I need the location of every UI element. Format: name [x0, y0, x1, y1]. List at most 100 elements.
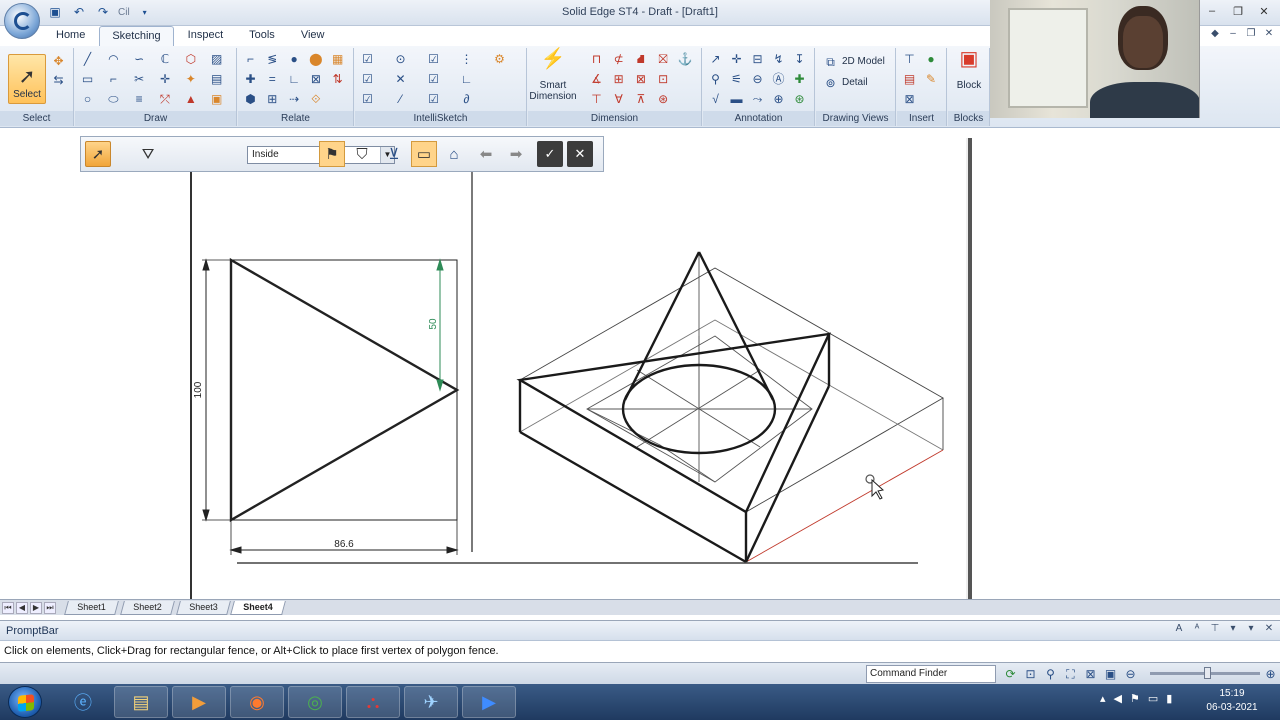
midpoint-icon[interactable]: ⊠ [307, 70, 324, 87]
view-options-icon[interactable]: ▣ [1102, 665, 1119, 682]
perpendicular-icon[interactable]: ∟ [286, 70, 303, 87]
rectangle-fence-icon[interactable]: ▭ [411, 141, 437, 167]
arc-icon[interactable]: ◠ [105, 50, 122, 67]
intellisketch-angle-icon[interactable]: ∟ [458, 70, 475, 87]
datum-target-icon[interactable]: ⊖ [749, 70, 766, 87]
intellisketch-perp-icon[interactable]: ☑ [425, 90, 442, 107]
network-icon[interactable]: ▭ [1148, 692, 1158, 705]
solid-edge-taskbar-icon[interactable]: ✈ [404, 686, 458, 718]
angle-between-icon[interactable]: ∡ [588, 70, 605, 87]
dimension-copy-icon[interactable]: ⛝ [655, 50, 672, 67]
distance-between-icon[interactable]: ⊓ [588, 50, 605, 67]
cancel-icon[interactable]: ✕ [567, 141, 593, 167]
rectangle-icon[interactable]: ▭ [79, 70, 96, 87]
mirror-icon[interactable]: ⤱ [156, 90, 173, 107]
zoom-meeting-icon[interactable]: ▶ [462, 686, 516, 718]
dimension-axis-icon[interactable]: ⊼ [632, 90, 649, 107]
concentric-icon[interactable]: ⬤ [307, 50, 324, 67]
polygon-fence-icon[interactable]: ⌂ [441, 141, 467, 167]
tab-view[interactable]: View [289, 26, 337, 46]
trim-icon[interactable]: ✂ [131, 70, 148, 87]
curve-icon[interactable]: ∽ [131, 50, 148, 67]
intellisketch-options-icon[interactable]: ⚙ [491, 50, 508, 67]
font-increase-icon[interactable]: A [1172, 623, 1186, 637]
dimension-stack-icon[interactable]: ⚓ [677, 50, 694, 67]
move-icon[interactable]: ⬡ [182, 50, 199, 67]
connector-icon[interactable]: ↯ [770, 50, 787, 67]
dimension-retrieve-icon[interactable]: ⊡ [655, 70, 672, 87]
chrome-icon[interactable]: ◎ [288, 686, 342, 718]
intellisketch-line-icon[interactable]: ☑ [359, 70, 376, 87]
angular-coordinate-icon[interactable]: ⛘ [632, 50, 649, 67]
minimize-icon[interactable]: – [1200, 2, 1224, 20]
offset-icon[interactable]: ≡ [131, 90, 148, 107]
zoom-in-icon[interactable]: ⊕ [1262, 665, 1279, 682]
pin-icon[interactable]: ⊤ [1208, 623, 1222, 637]
intellisketch-point-icon[interactable]: ☑ [359, 90, 376, 107]
line-icon[interactable]: ╱ [79, 50, 96, 67]
symmetric-icon[interactable]: ⊞ [264, 90, 281, 107]
start-button[interactable] [8, 686, 42, 718]
intellisketch-tangent-icon[interactable]: ⁄ [392, 90, 409, 107]
weld-symbol-icon[interactable]: ⤳ [749, 90, 766, 107]
tangent-icon[interactable]: ● [286, 50, 303, 67]
select-by-edge-icon[interactable]: ⊻ [381, 141, 407, 167]
relationship-handles-icon[interactable]: ▦ [329, 50, 346, 67]
firefox-icon[interactable]: ◉ [230, 686, 284, 718]
acrobat-reader-icon[interactable]: ⛬ [346, 686, 400, 718]
intellisketch-vertical-icon[interactable]: ⋮ [458, 50, 475, 67]
selection-filter-icon[interactable]: ⛛ [135, 141, 161, 167]
zoom-out-icon[interactable]: ⊖ [1122, 665, 1139, 682]
prev-sheet-icon[interactable]: ◀ [16, 602, 28, 614]
smart-dimension-button[interactable]: ⚡ Smart Dimension [529, 49, 576, 106]
insert-table-icon[interactable]: ⊠ [901, 90, 918, 107]
last-sheet-icon[interactable]: ⏭ [44, 602, 56, 614]
doc-minimize-icon[interactable]: – [1226, 28, 1240, 42]
tab-tools[interactable]: Tools [237, 26, 287, 46]
horizontal-vertical-icon[interactable]: ✚ [242, 70, 259, 87]
help-icon[interactable]: ◆ [1208, 28, 1222, 42]
doc-close-icon[interactable]: ✕ [1262, 28, 1276, 42]
scale-icon[interactable]: ▲ [182, 90, 199, 107]
collinear-icon[interactable]: ⇢ [286, 90, 303, 107]
volume-icon[interactable]: ◀ [1114, 692, 1122, 705]
polygon-icon[interactable]: ⌐ [105, 70, 122, 87]
intellisketch-arc-icon[interactable]: ∂ [458, 90, 475, 107]
feature-control-frame-icon[interactable]: ⚟ [728, 70, 745, 87]
dimension-attach-icon[interactable]: ⊛ [655, 90, 672, 107]
next-sheet-icon[interactable]: ▶ [30, 602, 42, 614]
text-annotation-icon[interactable]: Ⓐ [770, 70, 787, 87]
intellisketch-quadrant-icon[interactable]: ☑ [425, 70, 442, 87]
block-button[interactable]: ▣ Block [948, 49, 990, 106]
zoom-slider-thumb[interactable] [1204, 667, 1211, 679]
intellisketch-intersect-icon[interactable]: ✕ [392, 70, 409, 87]
leader-icon[interactable]: ✛ [728, 50, 745, 67]
filter-icon[interactable]: ⛉ [349, 141, 375, 167]
insert-web-icon[interactable]: ● [923, 50, 940, 67]
intellisketch-midpoint-icon[interactable]: ☑ [425, 50, 442, 67]
media-player-icon[interactable]: ▶ [172, 686, 226, 718]
sheet-tab-3[interactable]: Sheet3 [176, 601, 231, 615]
accept-icon[interactable]: ✓ [537, 141, 563, 167]
select-option-icon[interactable]: ⇆ [50, 71, 67, 88]
zoom-area-icon[interactable]: ⊡ [1022, 665, 1039, 682]
next-icon[interactable]: ➡ [503, 141, 529, 167]
maintain-relationships-icon[interactable]: ⇅ [329, 70, 346, 87]
zoom-icon[interactable]: ⚲ [1042, 665, 1059, 682]
select-button[interactable]: ➚ Select [8, 54, 46, 104]
fill-icon[interactable]: ▨ [208, 50, 225, 67]
symmetric-diameter-icon[interactable]: ⊄ [610, 50, 627, 67]
prompt-close-icon[interactable]: ✕ [1262, 623, 1276, 637]
insert-image-icon[interactable]: ▤ [901, 70, 918, 87]
tab-home[interactable]: Home [44, 26, 97, 46]
edge-condition-icon[interactable]: ▬ [728, 90, 745, 107]
restore-icon[interactable]: ❐ [1226, 2, 1250, 20]
intellisketch-endpoint-icon[interactable]: ☑ [359, 50, 376, 67]
callout-icon[interactable]: ↗ [707, 50, 724, 67]
rigid-set-icon[interactable]: ⟐ [307, 90, 324, 107]
sheet-tab-1[interactable]: Sheet1 [64, 601, 119, 615]
sheet-tab-4[interactable]: Sheet4 [230, 601, 286, 615]
refresh-icon[interactable]: ⟳ [1002, 665, 1019, 682]
insert-hyperlink-icon[interactable]: ✎ [923, 70, 940, 87]
pan-icon[interactable]: ⊠ [1082, 665, 1099, 682]
